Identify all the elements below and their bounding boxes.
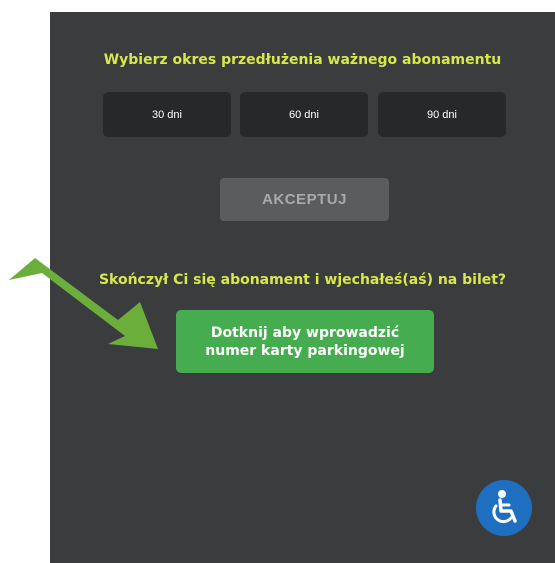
enter-parking-card-button[interactable]: Dotknij aby wprowadzić numer karty parki… [176, 310, 434, 373]
parking-button-line1: Dotknij aby wprowadzić [210, 324, 400, 341]
period-30-days-button[interactable]: 30 dni [103, 92, 231, 137]
pointer-arrow-icon [9, 258, 158, 349]
period-options: 30 dni 60 dni 90 dni [103, 92, 506, 137]
parking-button-line2: numer karty parkingowej [205, 342, 405, 359]
period-90-days-button[interactable]: 90 dni [378, 92, 506, 137]
wheelchair-icon [492, 490, 517, 524]
period-60-days-button[interactable]: 60 dni [240, 92, 368, 137]
accessibility-button[interactable] [476, 480, 532, 536]
period-prompt: Wybierz okres przedłużenia ważnego abona… [103, 52, 502, 68]
accept-button[interactable]: AKCEPTUJ [220, 178, 389, 221]
